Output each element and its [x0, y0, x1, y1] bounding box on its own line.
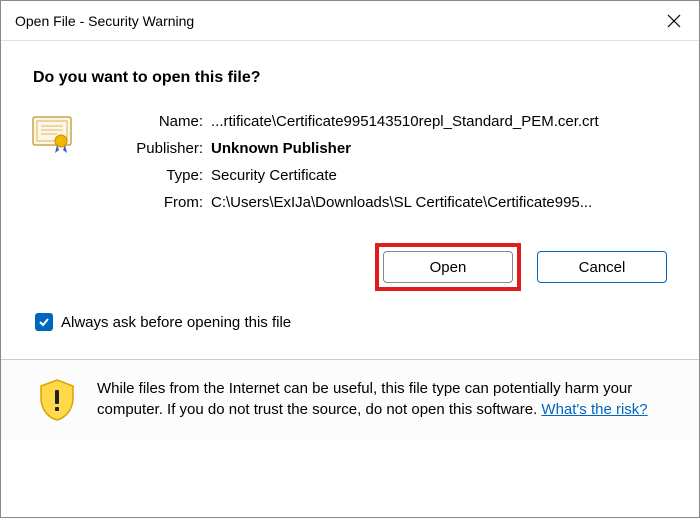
always-ask-checkbox[interactable] [35, 313, 53, 331]
close-button[interactable] [649, 1, 699, 41]
file-info-row: Name: ...rtificate\Certificate995143510r… [31, 113, 669, 211]
from-label: From: [103, 194, 203, 211]
warning-text: While files from the Internet can be use… [97, 378, 669, 420]
publisher-label: Publisher: [103, 140, 203, 157]
type-label: Type: [103, 167, 203, 184]
type-value: Security Certificate [211, 167, 669, 184]
checkmark-icon [38, 316, 50, 328]
titlebar: Open File - Security Warning [1, 1, 699, 41]
open-button-highlight: Open [375, 243, 521, 291]
from-value: C:\Users\ExIJa\Downloads\SL Certificate\… [211, 194, 669, 211]
certificate-icon [31, 113, 73, 155]
name-value: ...rtificate\Certificate995143510repl_St… [211, 113, 669, 130]
always-ask-row: Always ask before opening this file [35, 313, 669, 331]
name-label: Name: [103, 113, 203, 130]
whats-the-risk-link[interactable]: What's the risk? [541, 401, 647, 418]
warning-footer: While files from the Internet can be use… [1, 359, 699, 440]
question-text: Do you want to open this file? [33, 69, 669, 87]
close-icon [667, 14, 681, 28]
always-ask-label: Always ask before opening this file [61, 314, 291, 331]
window-title: Open File - Security Warning [15, 13, 194, 29]
dialog-content: Do you want to open this file? Name: ...… [1, 41, 699, 341]
shield-warning-icon [37, 378, 77, 422]
button-row: Open Cancel [31, 243, 669, 291]
cancel-button[interactable]: Cancel [537, 251, 667, 283]
open-button[interactable]: Open [383, 251, 513, 283]
publisher-value: Unknown Publisher [211, 140, 669, 157]
file-info-grid: Name: ...rtificate\Certificate995143510r… [103, 113, 669, 211]
